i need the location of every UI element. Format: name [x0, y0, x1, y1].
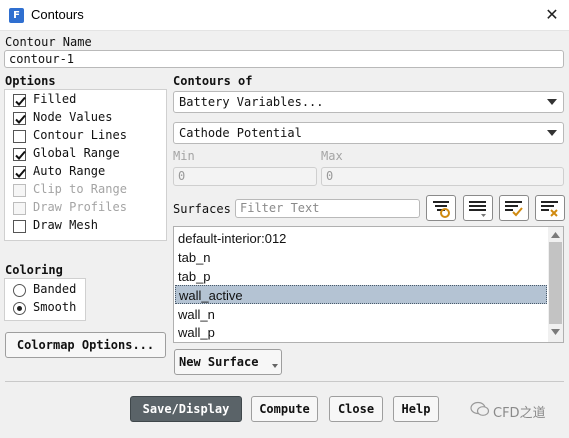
surface-item[interactable]: wall_p — [175, 323, 547, 342]
scroll-up-arrow-icon[interactable] — [551, 232, 560, 238]
clip-to-range-checkbox — [13, 184, 26, 197]
select-all-icon — [505, 201, 523, 217]
global-range-checkbox[interactable] — [13, 148, 26, 161]
contour-name-label: Contour Name — [5, 35, 92, 49]
close-button[interactable]: Close — [329, 396, 383, 422]
list-options-button[interactable] — [463, 195, 493, 221]
colormap-options-button[interactable]: Colormap Options... — [5, 332, 166, 358]
select-all-button[interactable] — [499, 195, 529, 221]
option-clip-to-range: Clip to Range — [13, 182, 163, 198]
filled-label: Filled — [33, 92, 77, 106]
surface-item[interactable]: tab_p — [175, 267, 547, 286]
contour-name-input[interactable]: contour-1 — [4, 50, 564, 68]
auto-range-checkbox[interactable] — [13, 166, 26, 179]
chevron-down-icon — [547, 99, 557, 105]
surfaces-scrollbar[interactable] — [548, 227, 563, 342]
scroll-down-arrow-icon[interactable] — [551, 329, 560, 335]
surfaces-list: default-interior:012 tab_n tab_p wall_ac… — [173, 226, 564, 343]
help-button[interactable]: Help — [393, 396, 439, 422]
draw-mesh-label: Draw Mesh — [33, 218, 99, 232]
option-draw-mesh[interactable]: Draw Mesh — [13, 218, 163, 234]
global-range-label: Global Range — [33, 146, 120, 160]
surface-filter-input[interactable]: Filter Text — [235, 199, 420, 218]
wechat-icon — [470, 401, 490, 416]
smooth-radio[interactable] — [13, 302, 26, 315]
filled-checkbox[interactable] — [13, 94, 26, 107]
surface-item[interactable]: default-interior:012 — [175, 229, 547, 248]
dropdown-arrow-icon — [272, 364, 278, 368]
compute-button[interactable]: Compute — [251, 396, 318, 422]
surface-item-selected[interactable]: wall_active — [175, 285, 547, 304]
clip-to-range-label: Clip to Range — [33, 182, 127, 196]
contour-category-value: Battery Variables... — [179, 95, 324, 109]
contour-lines-label: Contour Lines — [33, 128, 127, 142]
draw-profiles-checkbox — [13, 202, 26, 215]
surface-item[interactable]: wall_n — [175, 305, 547, 324]
surfaces-label: Surfaces — [173, 202, 231, 216]
surface-item[interactable]: tab_n — [175, 248, 547, 267]
options-header: Options — [5, 74, 56, 88]
min-label: Min — [173, 149, 195, 163]
contour-lines-checkbox[interactable] — [13, 130, 26, 143]
contours-of-label: Contours of — [173, 74, 253, 88]
draw-mesh-checkbox[interactable] — [13, 220, 26, 233]
banded-radio[interactable] — [13, 284, 26, 297]
node-values-label: Node Values — [33, 110, 113, 124]
scroll-thumb[interactable] — [549, 242, 562, 324]
close-window-icon[interactable]: ✕ — [540, 5, 564, 25]
option-global-range[interactable]: Global Range — [13, 146, 163, 162]
coloring-header: Coloring — [5, 263, 63, 277]
deselect-all-icon — [541, 201, 558, 217]
smooth-label: Smooth — [33, 300, 77, 314]
app-icon: F — [9, 8, 24, 23]
option-draw-profiles: Draw Profiles — [13, 200, 163, 216]
title-bar — [0, 0, 569, 31]
window-title: Contours — [31, 7, 84, 22]
banded-label: Banded — [33, 282, 77, 296]
select-surfaces-button[interactable] — [426, 195, 456, 221]
option-contour-lines[interactable]: Contour Lines — [13, 128, 163, 144]
min-input: 0 — [173, 167, 317, 186]
option-auto-range[interactable]: Auto Range — [13, 164, 163, 180]
max-label: Max — [321, 149, 343, 163]
deselect-all-button[interactable] — [535, 195, 565, 221]
coloring-smooth-option[interactable]: Smooth — [13, 300, 83, 316]
option-filled[interactable]: Filled — [13, 92, 163, 108]
contour-variable-dropdown[interactable]: Cathode Potential — [173, 122, 564, 144]
auto-range-label: Auto Range — [33, 164, 106, 178]
list-dropdown-icon — [469, 201, 486, 217]
draw-profiles-label: Draw Profiles — [33, 200, 127, 214]
new-surface-button[interactable]: New Surface — [174, 349, 282, 375]
max-input: 0 — [321, 167, 564, 186]
watermark-text: CFD之道 — [493, 406, 546, 421]
new-surface-label: New Surface — [179, 355, 259, 369]
coloring-banded-option[interactable]: Banded — [13, 282, 83, 298]
contour-variable-value: Cathode Potential — [179, 126, 302, 140]
chevron-down-icon — [547, 130, 557, 136]
separator — [5, 381, 564, 382]
save-display-button[interactable]: Save/Display — [130, 396, 242, 422]
filter-list-icon — [433, 201, 450, 218]
contour-category-dropdown[interactable]: Battery Variables... — [173, 91, 564, 113]
node-values-checkbox[interactable] — [13, 112, 26, 125]
option-node-values[interactable]: Node Values — [13, 110, 163, 126]
